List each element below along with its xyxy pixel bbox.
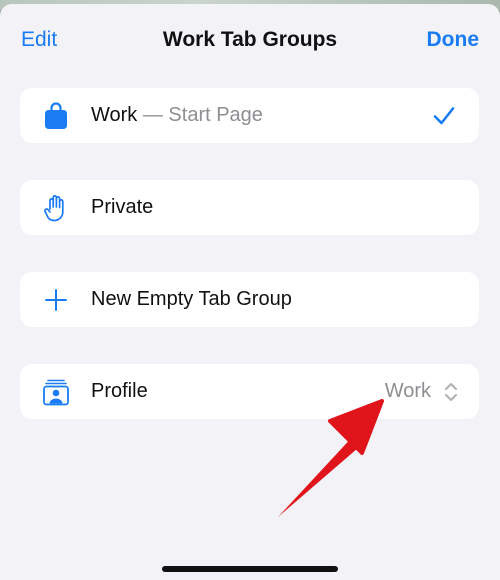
tab-group-label: Private xyxy=(91,196,154,218)
profile-picker-row[interactable]: Profile Work xyxy=(20,364,479,419)
hand-raised-icon xyxy=(42,194,70,222)
sheet-title: Work Tab Groups xyxy=(162,28,338,51)
tab-group-row-private[interactable]: Private xyxy=(20,180,479,235)
home-indicator xyxy=(162,566,338,572)
shopping-bag-icon xyxy=(42,102,70,130)
done-button[interactable]: Done xyxy=(427,28,480,52)
new-empty-tab-group-button[interactable]: New Empty Tab Group xyxy=(20,272,479,327)
chevron-up-down-icon[interactable] xyxy=(443,381,459,403)
checkmark-icon xyxy=(431,103,457,129)
edit-button[interactable]: Edit xyxy=(21,28,57,52)
profile-label: Profile xyxy=(91,380,148,402)
profile-value[interactable]: Work xyxy=(385,364,431,419)
navigation-bar: Edit Work Tab Groups Done xyxy=(0,4,500,74)
profile-card-icon xyxy=(42,378,70,406)
plus-icon xyxy=(42,286,70,314)
tab-group-row-work[interactable]: Work — Start Page xyxy=(20,88,479,143)
tab-group-sublabel: — Start Page xyxy=(137,104,263,126)
tab-group-label: Work — Start Page xyxy=(91,104,263,126)
tab-groups-sheet: Edit Work Tab Groups Done Work — Start P… xyxy=(0,4,500,580)
tab-group-label: New Empty Tab Group xyxy=(91,288,292,310)
